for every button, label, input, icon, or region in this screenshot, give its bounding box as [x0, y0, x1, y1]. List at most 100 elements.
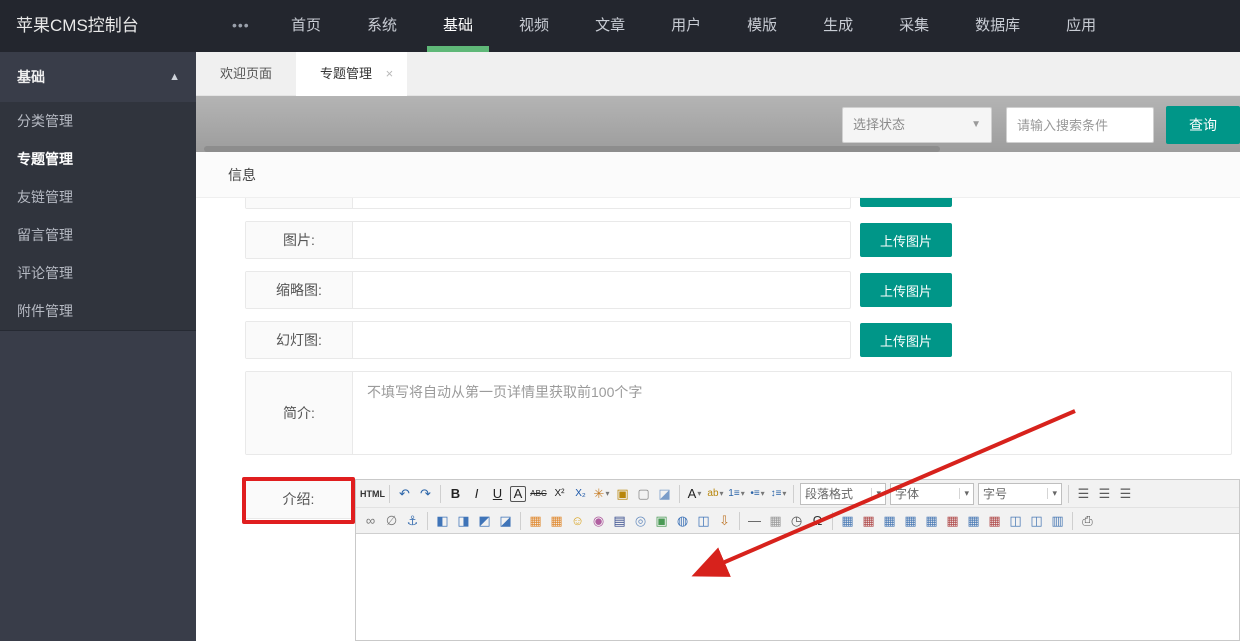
editor-content-area[interactable]	[356, 534, 1239, 640]
page-icon[interactable]: ◍	[672, 510, 693, 532]
nav-item-home[interactable]: 首页	[275, 0, 337, 52]
sidebar-item-attachment[interactable]: 附件管理	[0, 292, 196, 330]
anchor-icon[interactable]: ⚓	[402, 510, 423, 532]
bold-icon[interactable]: B	[445, 483, 466, 505]
toolbar-separator	[1072, 512, 1073, 530]
upload-slideshow-button[interactable]: 上传图片	[860, 323, 952, 357]
cell-props-icon[interactable]: ▥	[1047, 510, 1068, 532]
new-document-icon[interactable]: ▢	[633, 483, 654, 505]
merge-cells-icon[interactable]: ◫	[1005, 510, 1026, 532]
insert-col-icon[interactable]: ▦	[963, 510, 984, 532]
sidebar-item-comment[interactable]: 评论管理	[0, 254, 196, 292]
table-props-icon[interactable]: ▦	[879, 510, 900, 532]
line-height-icon[interactable]: ↕≡▾	[768, 483, 789, 505]
redo-icon[interactable]: ↷	[415, 483, 436, 505]
emoticon-icon[interactable]: ☺	[567, 510, 588, 532]
toolbar-separator	[389, 485, 390, 503]
summary-textarea[interactable]	[353, 372, 1231, 454]
image-input[interactable]	[353, 222, 850, 258]
layout-icon[interactable]: ◫	[693, 510, 714, 532]
search-input[interactable]	[1006, 107, 1154, 143]
underline-icon[interactable]: U	[487, 483, 508, 505]
align-right-icon[interactable]: ☰	[1115, 483, 1136, 505]
nav-item-video[interactable]: 视频	[503, 0, 565, 52]
delete-col-icon[interactable]: ▦	[984, 510, 1005, 532]
query-data-button[interactable]: 查询数据	[860, 198, 952, 207]
multi-image-icon[interactable]: ▦	[546, 510, 567, 532]
toolbar-separator	[793, 485, 794, 503]
collapse-up-icon: ▲	[169, 52, 180, 102]
paste-text-icon[interactable]: ▣	[612, 483, 633, 505]
subscript-icon[interactable]: X₂	[570, 483, 591, 505]
tab-welcome[interactable]: 欢迎页面	[196, 52, 296, 96]
attachment-icon[interactable]: ◎	[630, 510, 651, 532]
nav-item-collect[interactable]: 采集	[883, 0, 945, 52]
image-map-icon[interactable]: ▣	[651, 510, 672, 532]
italic-icon[interactable]: I	[466, 483, 487, 505]
insert-row-below-icon[interactable]: ▦	[921, 510, 942, 532]
slideshow-input[interactable]	[353, 322, 850, 358]
font-style-icon[interactable]: A	[510, 486, 526, 502]
remote-image-icon[interactable]: ⇩	[714, 510, 735, 532]
close-icon[interactable]: ×	[386, 52, 394, 96]
insert-image-icon[interactable]: ▦	[525, 510, 546, 532]
sidebar-item-category[interactable]: 分类管理	[0, 102, 196, 140]
thumbnail-input[interactable]	[353, 272, 850, 308]
align-center-icon[interactable]: ☰	[1094, 483, 1115, 505]
sidebar-item-topic[interactable]: 专题管理	[0, 140, 196, 178]
chevron-down-icon: ▾	[605, 483, 609, 505]
special-char-icon[interactable]: Ω	[807, 510, 828, 532]
query-button[interactable]: 查询	[1166, 106, 1240, 144]
sidebar-item-friendlink[interactable]: 友链管理	[0, 178, 196, 216]
split-cells-icon[interactable]: ◫	[1026, 510, 1047, 532]
print-icon[interactable]: ⎙	[1077, 510, 1098, 532]
field-label-slideshow: 幻灯图:	[246, 322, 353, 358]
horizontal-rule-icon[interactable]: —	[744, 510, 765, 532]
superscript-icon[interactable]: X²	[549, 483, 570, 505]
tab-topic-management[interactable]: 专题管理 ×	[296, 52, 407, 96]
upload-image-button[interactable]: 上传图片	[860, 223, 952, 257]
status-select[interactable]: 选择状态 ▼	[842, 107, 992, 143]
image-align-top-icon[interactable]: ◩	[474, 510, 495, 532]
unordered-list-icon[interactable]: •≡▾	[747, 483, 768, 505]
font-color-icon[interactable]: A▾	[684, 483, 705, 505]
nav-item-generate[interactable]: 生成	[807, 0, 869, 52]
sidebar-item-guestbook[interactable]: 留言管理	[0, 216, 196, 254]
nav-item-basic[interactable]: 基础	[427, 0, 489, 52]
delete-row-icon[interactable]: ▦	[942, 510, 963, 532]
quick-format-icon[interactable]: ✳▾	[591, 483, 612, 505]
nav-item-app[interactable]: 应用	[1050, 0, 1112, 52]
image-align-right-icon[interactable]: ◨	[453, 510, 474, 532]
article-include-input[interactable]	[353, 198, 850, 208]
highlight-color-icon[interactable]: ab▾	[705, 483, 726, 505]
upload-thumbnail-button[interactable]: 上传图片	[860, 273, 952, 307]
sidebar-group-basic[interactable]: 基础 ▲	[0, 52, 196, 102]
align-left-icon[interactable]: ☰	[1073, 483, 1094, 505]
link-icon[interactable]: ∞	[360, 510, 381, 532]
strikethrough-icon[interactable]: ABC	[528, 483, 549, 505]
insert-table-icon[interactable]: ▦	[837, 510, 858, 532]
source-code-icon[interactable]: HTML	[360, 483, 385, 505]
image-align-left-icon[interactable]: ◧	[432, 510, 453, 532]
calendar-icon[interactable]: ▦	[765, 510, 786, 532]
media-icon[interactable]: ▤	[609, 510, 630, 532]
font-size-select[interactable]: 字号▾	[978, 483, 1062, 505]
more-menu-icon[interactable]: •••	[232, 0, 250, 52]
dialog-body: 文章收录: 查询数据 图片: 上传图片 缩略图: 上传图片	[196, 198, 1240, 641]
delete-table-icon[interactable]: ▦	[858, 510, 879, 532]
clock-icon[interactable]: ◷	[786, 510, 807, 532]
unlink-icon[interactable]: ∅	[381, 510, 402, 532]
nav-item-user[interactable]: 用户	[655, 0, 717, 52]
image-block-icon[interactable]: ◪	[495, 510, 516, 532]
insert-row-above-icon[interactable]: ▦	[900, 510, 921, 532]
paint-icon[interactable]: ◉	[588, 510, 609, 532]
nav-item-database[interactable]: 数据库	[959, 0, 1036, 52]
nav-item-article[interactable]: 文章	[579, 0, 641, 52]
ordered-list-icon[interactable]: 1≡▾	[726, 483, 747, 505]
undo-icon[interactable]: ↶	[394, 483, 415, 505]
font-family-select[interactable]: 字体▾	[890, 483, 974, 505]
nav-item-system[interactable]: 系统	[351, 0, 413, 52]
paragraph-format-select[interactable]: 段落格式▾	[800, 483, 886, 505]
eraser-icon[interactable]: ◪	[654, 483, 675, 505]
nav-item-template[interactable]: 模版	[731, 0, 793, 52]
